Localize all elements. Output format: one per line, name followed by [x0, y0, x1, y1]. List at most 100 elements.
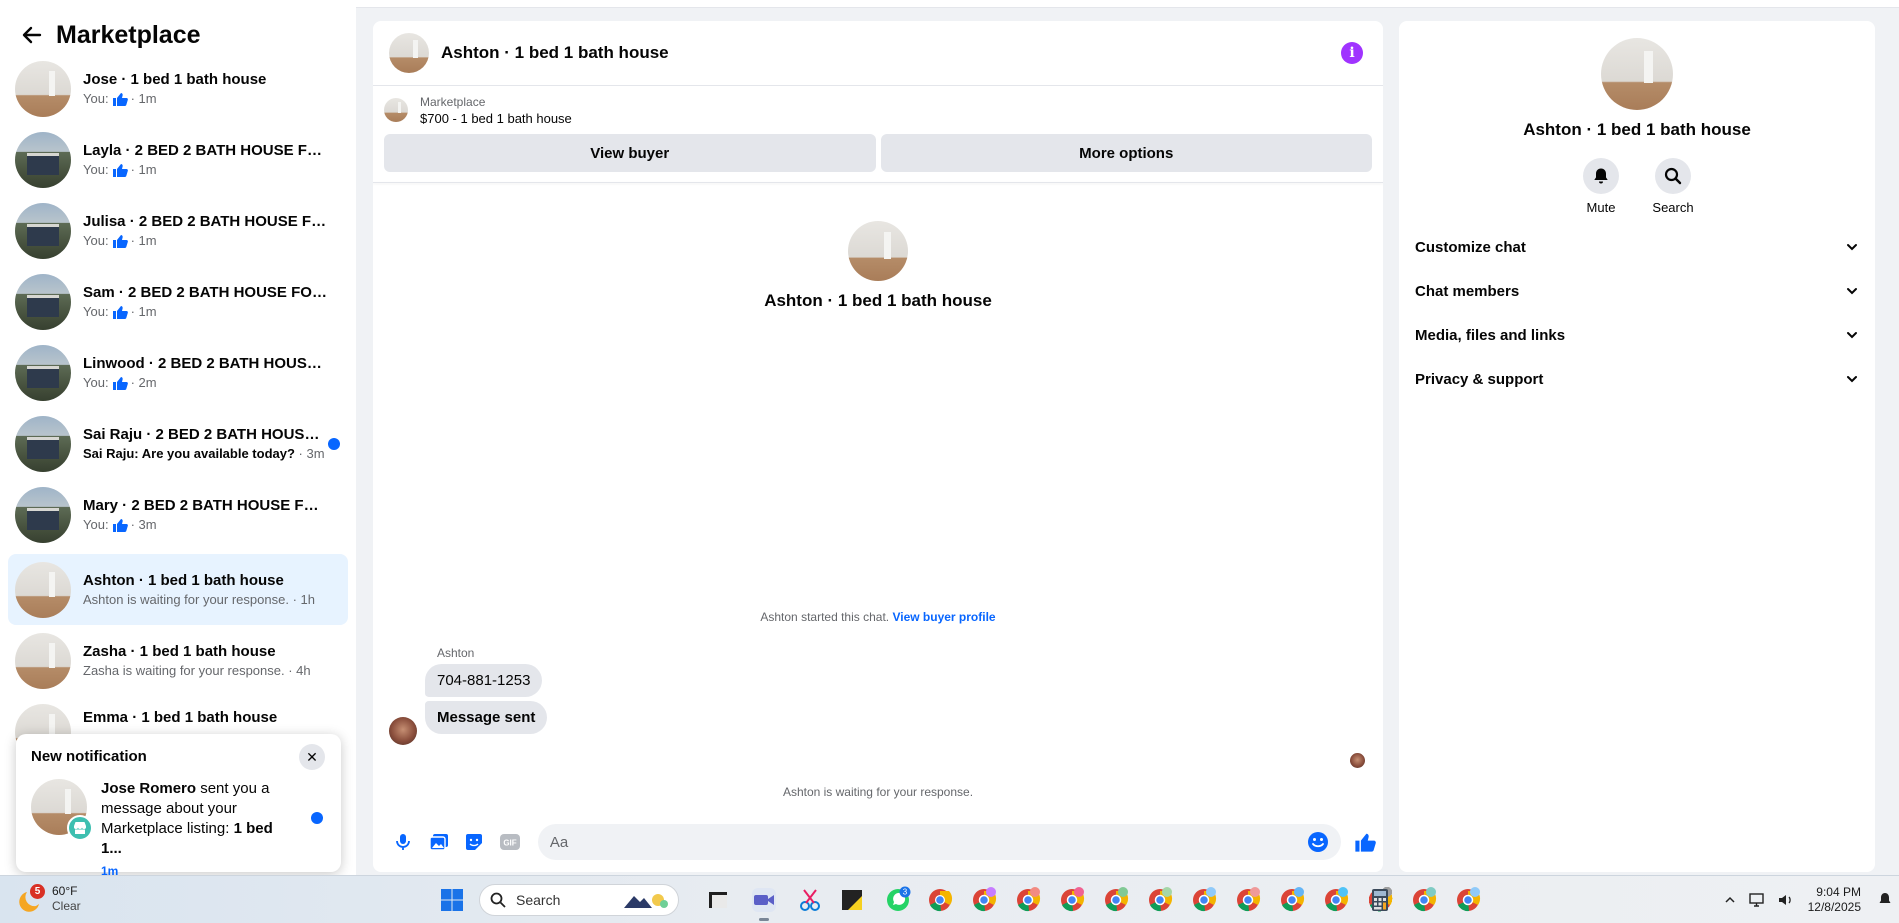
- snipping-tool-icon[interactable]: [796, 886, 824, 914]
- top-border: [356, 0, 1899, 8]
- marketplace-shop-icon: [67, 815, 93, 841]
- conversation-item[interactable]: Sai Raju · 2 BED 2 BATH HOUSE ... Sai Ra…: [8, 408, 348, 479]
- chevron-down-icon: [1847, 376, 1857, 383]
- gif-icon[interactable]: GIF: [492, 824, 528, 860]
- like-icon: [112, 234, 128, 248]
- mute-button[interactable]: Mute: [1583, 158, 1619, 215]
- chrome-icon[interactable]: [926, 886, 954, 914]
- conversation-name: Jose · 1 bed 1 bath house: [83, 70, 267, 88]
- conversation-item[interactable]: Sam · 2 BED 2 BATH HOUSE FOR R... You: · …: [8, 266, 348, 337]
- conversation-name: Sai Raju · 2 BED 2 BATH HOUSE ...: [83, 425, 328, 443]
- notification-bell-icon[interactable]: [1875, 890, 1895, 910]
- file-explorer-icon[interactable]: [704, 886, 732, 914]
- view-buyer-profile-link[interactable]: View buyer profile: [892, 610, 995, 624]
- section-customize-chat[interactable]: Customize chat: [1407, 225, 1867, 269]
- sticker-icon[interactable]: [456, 824, 492, 860]
- chrome-profile-icon[interactable]: [1454, 886, 1482, 914]
- calculator-icon[interactable]: [1366, 886, 1394, 914]
- info-icon[interactable]: i: [1341, 42, 1363, 64]
- chat-info-panel: Ashton · 1 bed 1 bath house Mute Search …: [1399, 21, 1875, 872]
- notification-title: New notification: [31, 748, 147, 765]
- intro-name: Ashton · 1 bed 1 bath house: [764, 291, 992, 310]
- section-privacy-support[interactable]: Privacy & support: [1407, 357, 1867, 401]
- section-media-files-links[interactable]: Media, files and links: [1407, 313, 1867, 357]
- info-avatar: [1601, 38, 1673, 110]
- whatsapp-icon[interactable]: 3: [884, 886, 912, 914]
- search-highlight-icon: [624, 894, 668, 908]
- chrome-profile-icon[interactable]: [1102, 886, 1130, 914]
- chat-intro: Ashton · 1 bed 1 bath house: [373, 221, 1383, 311]
- back-arrow-icon[interactable]: [20, 23, 44, 47]
- chrome-profile-icon[interactable]: [970, 886, 998, 914]
- search-button[interactable]: Search: [1652, 158, 1694, 215]
- conversation-item-active[interactable]: Ashton · 1 bed 1 bath house Ashton is wa…: [8, 554, 348, 625]
- conversation-item[interactable]: Mary · 2 BED 2 BATH HOUSE FOR ... You: · …: [8, 479, 348, 550]
- conversation-item[interactable]: Zasha · 1 bed 1 bath house Zasha is wait…: [8, 625, 348, 696]
- emoji-icon[interactable]: [1307, 831, 1329, 853]
- more-options-button[interactable]: More options: [880, 134, 1372, 172]
- video-chat-icon[interactable]: [750, 886, 778, 914]
- chrome-profile-icon[interactable]: [1146, 886, 1174, 914]
- divider: [373, 182, 1383, 183]
- chat-title[interactable]: Ashton · 1 bed 1 bath house: [441, 43, 669, 63]
- clock[interactable]: 9:04 PM 12/8/2025: [1808, 885, 1861, 915]
- volume-icon[interactable]: [1776, 890, 1796, 910]
- network-icon[interactable]: [1748, 890, 1768, 910]
- chrome-profile-icon[interactable]: [1322, 886, 1350, 914]
- thumbs-up-icon[interactable]: [1347, 824, 1383, 860]
- search-icon: [490, 892, 506, 908]
- chat-header: Ashton · 1 bed 1 bath house i: [373, 21, 1383, 86]
- sender-avatar: [389, 717, 417, 745]
- sidebar-title: Marketplace: [56, 20, 201, 49]
- listing-price: $700 - 1 bed 1 bath house: [420, 110, 572, 126]
- taskbar-search[interactable]: Search: [479, 884, 679, 916]
- conversation-item[interactable]: Jose · 1 bed 1 bath house You: · 1m: [8, 53, 348, 124]
- chrome-profile-icon[interactable]: [1014, 886, 1042, 914]
- conversation-item[interactable]: Layla · 2 BED 2 BATH HOUSE FOR ... You: ·…: [8, 124, 348, 195]
- view-buyer-button[interactable]: View buyer: [384, 134, 876, 172]
- chrome-profile-icon[interactable]: [1234, 886, 1262, 914]
- conversation-name: Linwood · 2 BED 2 BATH HOUSE F...: [83, 354, 328, 372]
- chrome-profile-icon[interactable]: [1058, 886, 1086, 914]
- windows-start-icon[interactable]: [440, 888, 464, 912]
- conversation-name: Emma · 1 bed 1 bath house: [83, 708, 278, 726]
- notification-avatar: [31, 779, 93, 841]
- clock-time: 9:04 PM: [1816, 885, 1861, 899]
- photo-icon[interactable]: [421, 824, 457, 860]
- chat-header-avatar[interactable]: [389, 33, 429, 73]
- conversation-item[interactable]: Linwood · 2 BED 2 BATH HOUSE F... You: · …: [8, 337, 348, 408]
- weather-widget[interactable]: 5 60°F Clear: [18, 884, 81, 914]
- listing-banner[interactable]: Marketplace $700 - 1 bed 1 bath house: [373, 86, 1383, 134]
- chrome-profile-icon[interactable]: [1190, 886, 1218, 914]
- message-bubble[interactable]: Message sent: [425, 701, 548, 734]
- clock-date: 12/8/2025: [1807, 900, 1861, 914]
- intro-avatar: [848, 221, 908, 281]
- microphone-icon[interactable]: [385, 824, 421, 860]
- message-input-wrapper: [537, 824, 1342, 860]
- chrome-profile-icon[interactable]: [1278, 886, 1306, 914]
- taskbar-search-label: Search: [516, 892, 561, 908]
- chevron-down-icon: [1847, 332, 1857, 339]
- conversation-preview: You: · 1m: [83, 232, 157, 248]
- section-chat-members[interactable]: Chat members: [1407, 269, 1867, 313]
- close-icon[interactable]: ✕: [299, 744, 325, 770]
- read-receipt-avatar: [1350, 753, 1365, 768]
- notification-popup[interactable]: New notification ✕ Jose Romero sent you …: [16, 734, 341, 875]
- system-tray: 9:04 PM 12/8/2025: [1716, 876, 1899, 923]
- like-icon: [112, 518, 128, 532]
- notification-time: 1m: [101, 864, 119, 875]
- chat-panel: Ashton · 1 bed 1 bath house i Marketplac…: [373, 21, 1383, 872]
- chevron-down-icon: [1847, 244, 1857, 251]
- chrome-profile-icon[interactable]: [1410, 886, 1438, 914]
- sticky-notes-icon[interactable]: [838, 886, 866, 914]
- message-bubble[interactable]: 704-881-1253: [425, 664, 543, 697]
- like-icon: [112, 163, 128, 177]
- conversation-preview: Ashton is waiting for your response. · 1…: [83, 591, 315, 607]
- message-input[interactable]: [549, 833, 1250, 851]
- chat-started-notice: Ashton started this chat. View buyer pro…: [760, 610, 996, 624]
- like-icon: [112, 305, 128, 319]
- chevron-up-icon[interactable]: [1720, 890, 1740, 910]
- weather-condition: Clear: [52, 899, 81, 913]
- waiting-notice: Ashton is waiting for your response.: [782, 785, 974, 799]
- conversation-item[interactable]: Julisa · 2 BED 2 BATH HOUSE FOR ... You:…: [8, 195, 348, 266]
